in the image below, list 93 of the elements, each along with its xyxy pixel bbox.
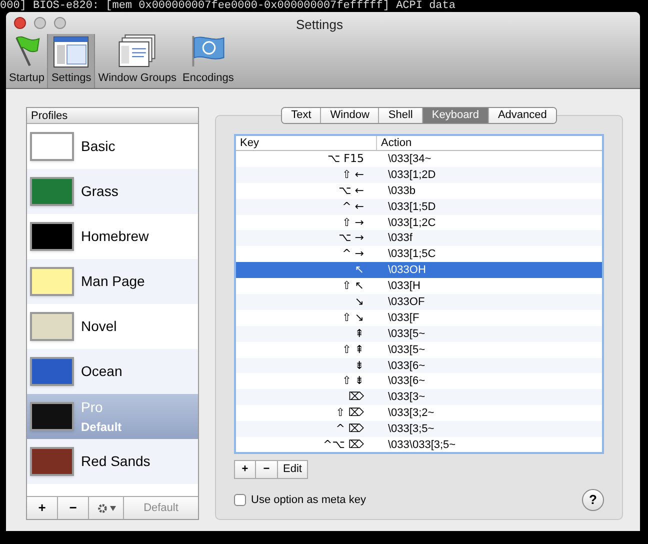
key-cell-text: ⌥ F15 bbox=[326, 151, 364, 167]
close-button[interactable] bbox=[14, 17, 26, 29]
key-cell-text: ^ → bbox=[341, 246, 364, 262]
key-row[interactable]: ↖ \033OH bbox=[236, 262, 602, 278]
profile-item[interactable]: Man Page bbox=[27, 259, 198, 304]
profile-item[interactable]: Grass bbox=[27, 169, 198, 214]
action-cell-text: \033[5~ bbox=[388, 342, 426, 358]
profile-list-button[interactable]: + bbox=[27, 497, 58, 519]
action-cell-text: \033[F bbox=[388, 310, 420, 326]
action-cell-text: \033[6~ bbox=[388, 358, 426, 374]
profile-name: Ocean bbox=[81, 362, 122, 381]
tab[interactable]: Keyboard bbox=[422, 108, 488, 123]
key-cell-text: ⇧ ↖ bbox=[341, 278, 364, 294]
terminal-line: 000] BIOS-e820: [mem 0x000000007fee0000-0x000000007fefffff] ACPI data bbox=[0, 0, 456, 12]
key-cell-text: ⇧ ↘ bbox=[341, 310, 364, 326]
key-cell-text: ↘ bbox=[354, 294, 364, 310]
key-cell-text: ⇧ → bbox=[341, 214, 364, 230]
action-cell-text: \033OH bbox=[388, 263, 426, 278]
key-row[interactable]: ^ ← \033[1;5D bbox=[236, 198, 602, 215]
action-cell-text: \033[3;2~ bbox=[388, 406, 434, 422]
toolbar-tab[interactable]: Startup bbox=[6, 34, 48, 88]
key-cell-text: ⇞ bbox=[354, 326, 364, 342]
action-cell-text: \033\033[3;5~ bbox=[388, 438, 456, 452]
action-cell-text: \033[34~ bbox=[388, 152, 432, 167]
meta-key-checkbox[interactable] bbox=[234, 494, 246, 506]
action-cell-text: \033[3;5~ bbox=[388, 422, 434, 438]
table-edit-button[interactable]: Edit bbox=[278, 460, 308, 479]
column-header[interactable]: Key bbox=[236, 136, 377, 150]
key-row[interactable]: ↘ \033OF bbox=[236, 294, 602, 310]
key-cell-text: ⇧ ⌦ bbox=[334, 405, 364, 422]
profile-name: Homebrew bbox=[81, 227, 149, 246]
help-button[interactable]: ? bbox=[582, 489, 604, 511]
tab[interactable]: Window bbox=[320, 108, 378, 123]
key-cell-text: ⌥ → bbox=[338, 230, 364, 246]
profile-name: Basic bbox=[81, 137, 116, 156]
key-row[interactable]: ⇟ \033[6~ bbox=[236, 358, 602, 374]
toolbar-tab[interactable]: Window Groups bbox=[95, 34, 180, 88]
gear-icon bbox=[96, 502, 108, 514]
key-row[interactable]: ⇧ ← \033[1;2D bbox=[236, 166, 602, 183]
key-cell-text: ⇟ bbox=[354, 358, 364, 374]
table-edit-button[interactable]: + bbox=[234, 460, 256, 479]
key-cell-text: ⇧ ← bbox=[341, 166, 364, 183]
action-cell-text: \033[1;2D bbox=[388, 168, 436, 183]
profile-item[interactable]: Red Sands bbox=[27, 439, 198, 484]
window-title: Settings bbox=[296, 16, 343, 34]
action-cell-text: \033[1;5C bbox=[388, 247, 436, 262]
profile-item[interactable]: Ocean bbox=[27, 349, 198, 394]
action-cell-text: \033[3~ bbox=[388, 390, 426, 406]
stacked-windows-icon bbox=[118, 34, 156, 68]
profile-list-button[interactable]: − bbox=[58, 497, 89, 519]
action-cell-text: \033OF bbox=[388, 295, 425, 310]
action-cell-text: \033[1;2C bbox=[388, 216, 436, 230]
profile-name: Man Page bbox=[81, 272, 145, 291]
key-cell-text: ⌥ ← bbox=[338, 182, 364, 199]
toolbar-tab[interactable]: Encodings bbox=[179, 34, 237, 88]
key-cell-text: ↖ bbox=[354, 262, 364, 278]
profiles-header: Profiles bbox=[27, 108, 198, 124]
key-cell-text: ⇧ ⇞ bbox=[341, 342, 364, 358]
profile-subtitle: Default bbox=[81, 419, 122, 436]
key-cell-text: ⌦ bbox=[347, 389, 364, 406]
minimize-button[interactable] bbox=[34, 17, 46, 29]
action-cell-text: \033[5~ bbox=[388, 326, 426, 342]
action-cell-text: \033[1;5D bbox=[388, 200, 436, 215]
profile-name: Pro bbox=[81, 398, 104, 417]
action-cell-text: \033[6~ bbox=[388, 374, 426, 390]
key-cell-text: ⇧ ⇟ bbox=[341, 373, 364, 390]
tab[interactable]: Advanced bbox=[488, 108, 556, 123]
profile-name: Grass bbox=[81, 182, 118, 201]
key-row[interactable]: ⇧ ⇟ \033[6~ bbox=[236, 373, 602, 390]
window-settings-icon bbox=[53, 36, 90, 68]
checkbox-label: Use option as meta key bbox=[251, 492, 366, 508]
column-header[interactable]: Action bbox=[377, 136, 412, 150]
key-cell-text: ^ ⌦ bbox=[334, 421, 364, 438]
action-cell-text: \033f bbox=[388, 231, 412, 246]
key-row[interactable]: ^ ⌦ \033[3;5~ bbox=[236, 421, 602, 438]
key-row[interactable]: ⌦ \033[3~ bbox=[236, 389, 602, 406]
globe-flag-icon bbox=[190, 34, 226, 68]
caret-icon bbox=[110, 506, 116, 510]
key-cell-text: ^ ← bbox=[341, 198, 364, 215]
action-cell-text: \033b bbox=[388, 184, 416, 199]
action-cell-text: \033[H bbox=[388, 279, 420, 294]
profile-name: Red Sands bbox=[81, 452, 150, 471]
key-row[interactable]: ⇞ \033[5~ bbox=[236, 326, 602, 342]
key-row[interactable]: ⇧ → \033[1;2C bbox=[236, 214, 602, 230]
key-cell-text: ^⌥ ⌦ bbox=[322, 437, 364, 452]
zoom-button[interactable] bbox=[54, 17, 66, 29]
tab[interactable]: Text bbox=[282, 108, 320, 123]
profile-name: Novel bbox=[81, 317, 117, 336]
toolbar-tab[interactable]: Settings bbox=[47, 34, 96, 88]
table-edit-button[interactable]: − bbox=[256, 460, 278, 479]
tab[interactable]: Shell bbox=[378, 108, 422, 123]
key-row[interactable]: ⌥ → \033f bbox=[236, 230, 602, 246]
key-row[interactable]: ⇧ ⇞ \033[5~ bbox=[236, 342, 602, 358]
